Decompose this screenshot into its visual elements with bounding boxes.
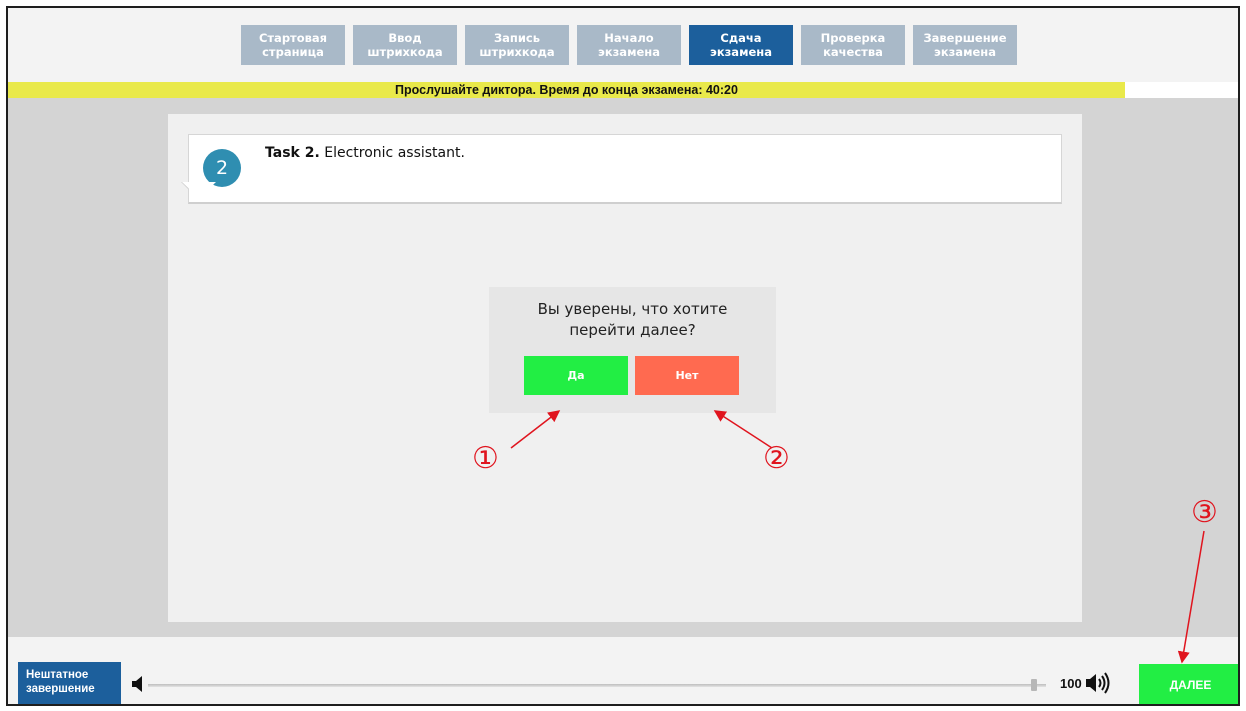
step-barcode-record[interactable]: Запись штрихкода <box>465 25 569 65</box>
no-button[interactable]: Нет <box>635 356 739 395</box>
callout-2: ② <box>763 441 790 476</box>
bottom-toolbar: Нештатное завершение 100 ДАЛЕЕ <box>8 638 1238 704</box>
workspace: 2 Task 2. Electronic assistant. Вы увере… <box>8 98 1238 637</box>
step-exam-taking[interactable]: Сдача экзамена <box>689 25 793 65</box>
task-header: 2 Task 2. Electronic assistant. <box>188 134 1062 204</box>
exam-window: Стартовая страница Ввод штрихкода Запись… <box>6 6 1240 706</box>
step-exam-finish[interactable]: Завершение экзамена <box>913 25 1017 65</box>
step-start-page[interactable]: Стартовая страница <box>241 25 345 65</box>
confirm-dialog: Вы уверены, что хотите перейти далее? Да… <box>489 287 776 413</box>
step-barcode-input[interactable]: Ввод штрихкода <box>353 25 457 65</box>
status-bar-tail <box>1125 82 1238 98</box>
task-header-pointer <box>182 182 216 198</box>
volume-low-icon <box>132 676 142 692</box>
task-title: Task 2. Electronic assistant. <box>265 145 465 161</box>
emergency-finish-button[interactable]: Нештатное завершение <box>18 662 121 704</box>
yes-button[interactable]: Да <box>524 356 628 395</box>
status-bar: Прослушайте диктора. Время до конца экза… <box>8 82 1125 98</box>
callout-1: ① <box>472 441 499 476</box>
volume-slider-handle[interactable] <box>1031 679 1038 691</box>
step-exam-start[interactable]: Начало экзамена <box>577 25 681 65</box>
volume-high-icon <box>1086 672 1110 694</box>
volume-value: 100 <box>1060 676 1082 691</box>
task-title-bold: Task 2. <box>265 145 320 161</box>
confirm-question: Вы уверены, что хотите перейти далее? <box>537 300 728 339</box>
volume-slider-track[interactable] <box>148 684 1046 687</box>
step-quality-check[interactable]: Проверка качества <box>801 25 905 65</box>
next-button[interactable]: ДАЛЕЕ <box>1139 664 1238 704</box>
task-title-text: Electronic assistant. <box>319 145 465 161</box>
callout-3: ③ <box>1191 495 1218 530</box>
step-navigation: Стартовая страница Ввод штрихкода Запись… <box>8 8 1238 82</box>
task-panel: 2 Task 2. Electronic assistant. Вы увере… <box>168 114 1082 622</box>
